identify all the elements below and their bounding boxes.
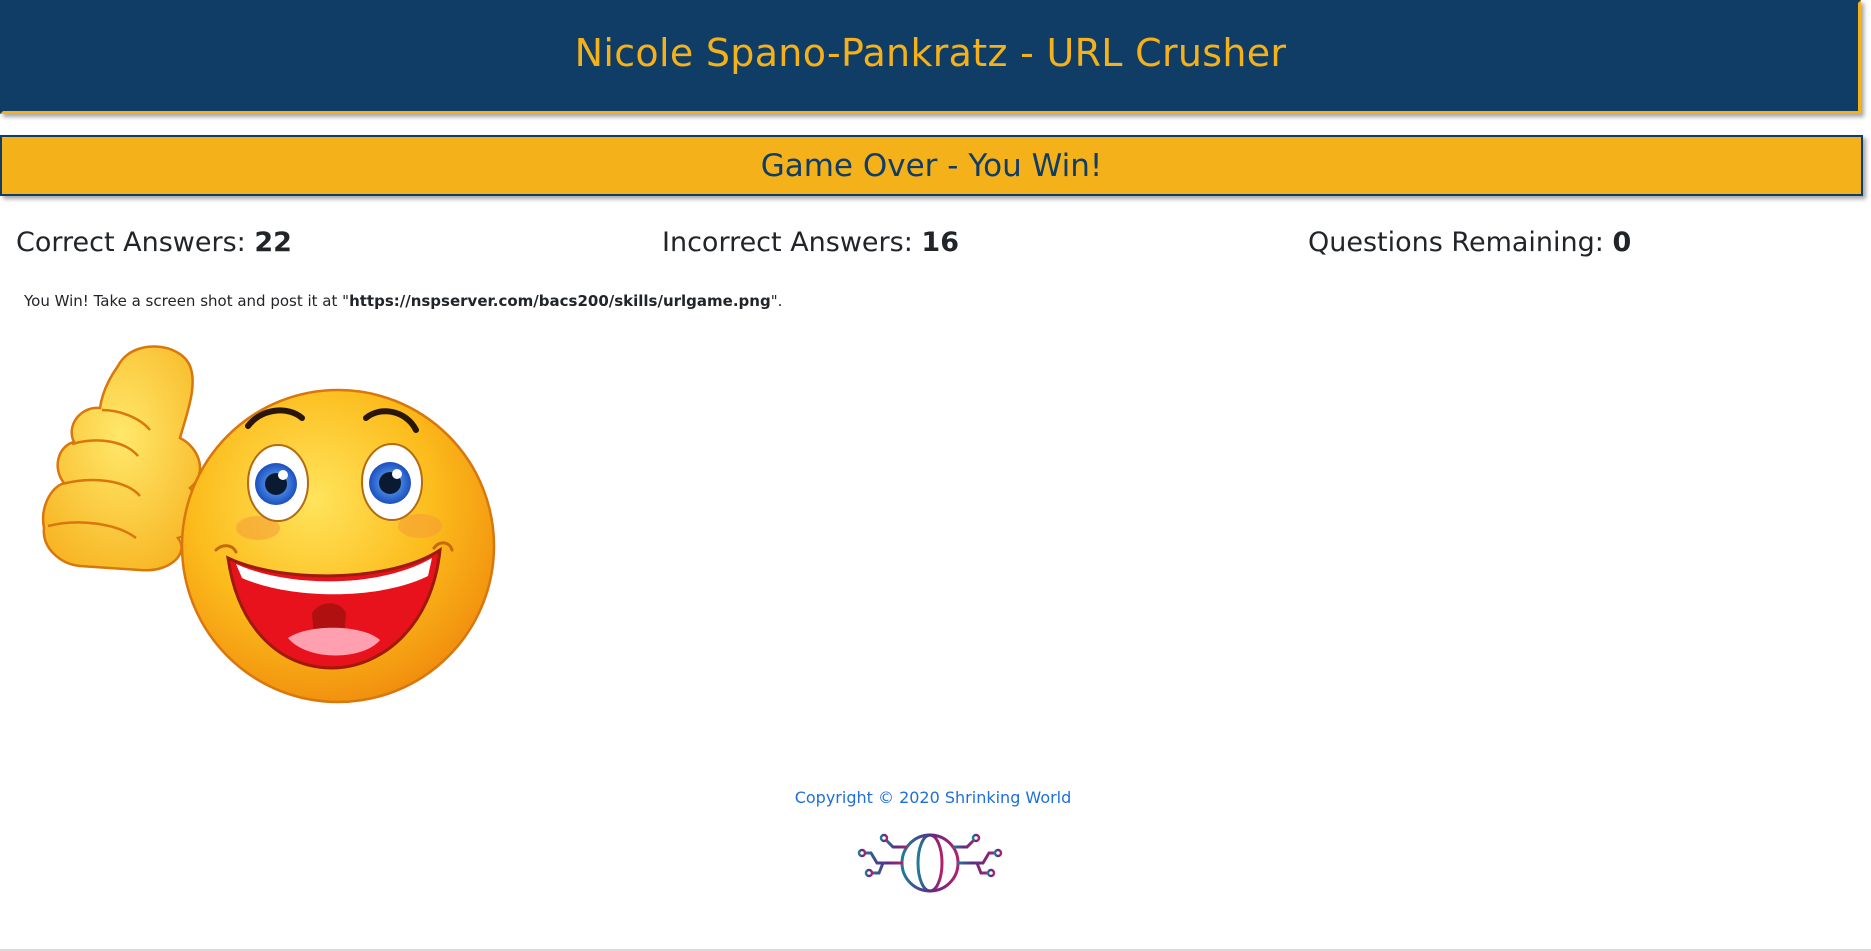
score-board: Correct Answers: 22 Incorrect Answers: 1… bbox=[0, 227, 1866, 267]
footer: Copyright © 2020 Shrinking World bbox=[0, 788, 1866, 893]
status-banner: Game Over - You Win! bbox=[0, 135, 1863, 196]
game-status-text: Game Over - You Win! bbox=[760, 147, 1103, 184]
header-banner: Nicole Spano-Pankratz - URL Crusher bbox=[0, 0, 1861, 114]
correct-answers-label: Correct Answers: bbox=[16, 227, 246, 258]
copyright-text: Copyright © 2020 Shrinking World bbox=[794, 788, 1072, 807]
thumbs-up-smiley-icon bbox=[40, 338, 500, 708]
win-message-suffix: ". bbox=[770, 292, 783, 310]
win-message-url: https://nspserver.com/bacs200/skills/url… bbox=[349, 292, 771, 310]
incorrect-answers: Incorrect Answers: 16 bbox=[662, 227, 959, 258]
correct-answers: Correct Answers: 22 bbox=[16, 227, 292, 258]
incorrect-answers-value: 16 bbox=[921, 227, 959, 258]
incorrect-answers-label: Incorrect Answers: bbox=[662, 227, 913, 258]
page-title: Nicole Spano-Pankratz - URL Crusher bbox=[574, 31, 1287, 75]
page: Nicole Spano-Pankratz - URL Crusher Game… bbox=[0, 0, 1871, 951]
win-message: You Win! Take a screen shot and post it … bbox=[24, 292, 782, 310]
questions-remaining-value: 0 bbox=[1612, 227, 1632, 258]
thumb-hand-shape bbox=[41, 345, 202, 572]
globe-circuit-logo-icon bbox=[857, 831, 1003, 895]
questions-remaining-label: Questions Remaining: bbox=[1308, 227, 1604, 258]
questions-remaining: Questions Remaining: 0 bbox=[1308, 227, 1631, 258]
win-message-prefix: You Win! Take a screen shot and post it … bbox=[24, 292, 350, 310]
correct-answers-value: 22 bbox=[254, 227, 292, 258]
